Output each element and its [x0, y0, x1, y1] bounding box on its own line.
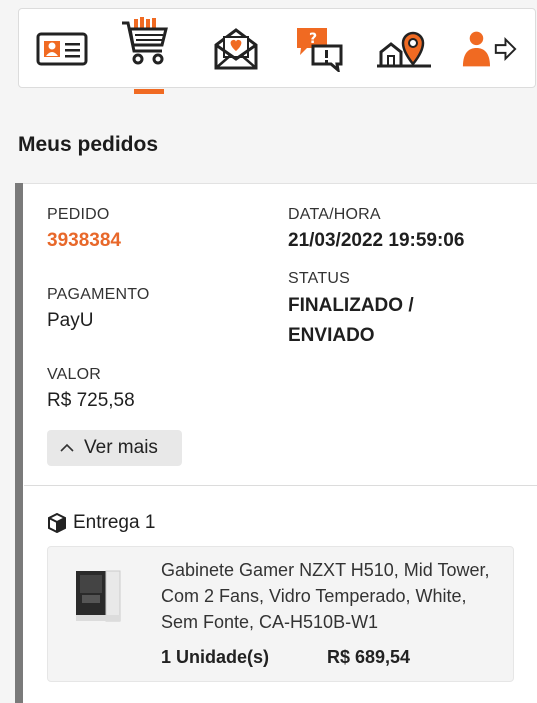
product-quantity: 1 Unidade(s)	[161, 647, 270, 667]
order-number-link[interactable]: 3938384	[47, 230, 121, 252]
shopping-cart-icon	[122, 17, 168, 65]
nav-profile-button[interactable]	[33, 23, 91, 75]
product-price: R$ 689,54	[327, 647, 411, 667]
total-label: VALOR	[47, 366, 102, 383]
envelope-heart-icon	[214, 28, 258, 70]
order-status-line1: FINALIZADO /	[288, 295, 414, 316]
ver-mais-button[interactable]: Ver mais	[47, 430, 182, 466]
order-datetime-value: 21/03/2022 19:59:06	[288, 230, 465, 251]
order-status-label: STATUS	[288, 270, 350, 287]
nav-orders-button[interactable]	[117, 17, 175, 69]
product-item[interactable]: Gabinete Gamer NZXT H510, Mid Tower, Com…	[47, 546, 514, 682]
order-datetime-label: DATA/HORA	[288, 206, 381, 223]
house-location-icon	[377, 31, 431, 68]
nav-addresses-button[interactable]	[375, 23, 433, 75]
section-divider	[24, 485, 537, 486]
product-name: Gabinete Gamer NZXT H510, Mid Tower, Com…	[161, 560, 490, 632]
order-status-line2: ENVIADO	[288, 325, 375, 346]
account-nav-bar: ?	[18, 8, 536, 88]
chevron-up-icon	[60, 443, 74, 452]
chat-question-icon: ?	[297, 28, 343, 72]
nav-support-button[interactable]: ?	[289, 23, 347, 75]
delivery-header: Entrega 1	[47, 512, 155, 534]
page-title: Meus pedidos	[18, 133, 159, 156]
order-number-label: PEDIDO	[47, 206, 110, 223]
user-logout-icon	[462, 31, 517, 67]
delivery-title: Entrega 1	[73, 512, 156, 533]
total-value: R$ 725,58	[47, 390, 135, 411]
active-tab-indicator	[134, 89, 164, 94]
nav-logout-button[interactable]	[461, 23, 519, 75]
ver-mais-label: Ver mais	[84, 437, 158, 458]
nav-messages-button[interactable]	[207, 23, 265, 75]
payment-value: PayU	[47, 310, 94, 331]
product-thumbnail	[76, 570, 121, 622]
order-card-accent	[15, 183, 23, 703]
payment-label: PAGAMENTO	[47, 286, 150, 303]
id-card-icon	[36, 32, 88, 66]
package-icon	[48, 513, 66, 533]
